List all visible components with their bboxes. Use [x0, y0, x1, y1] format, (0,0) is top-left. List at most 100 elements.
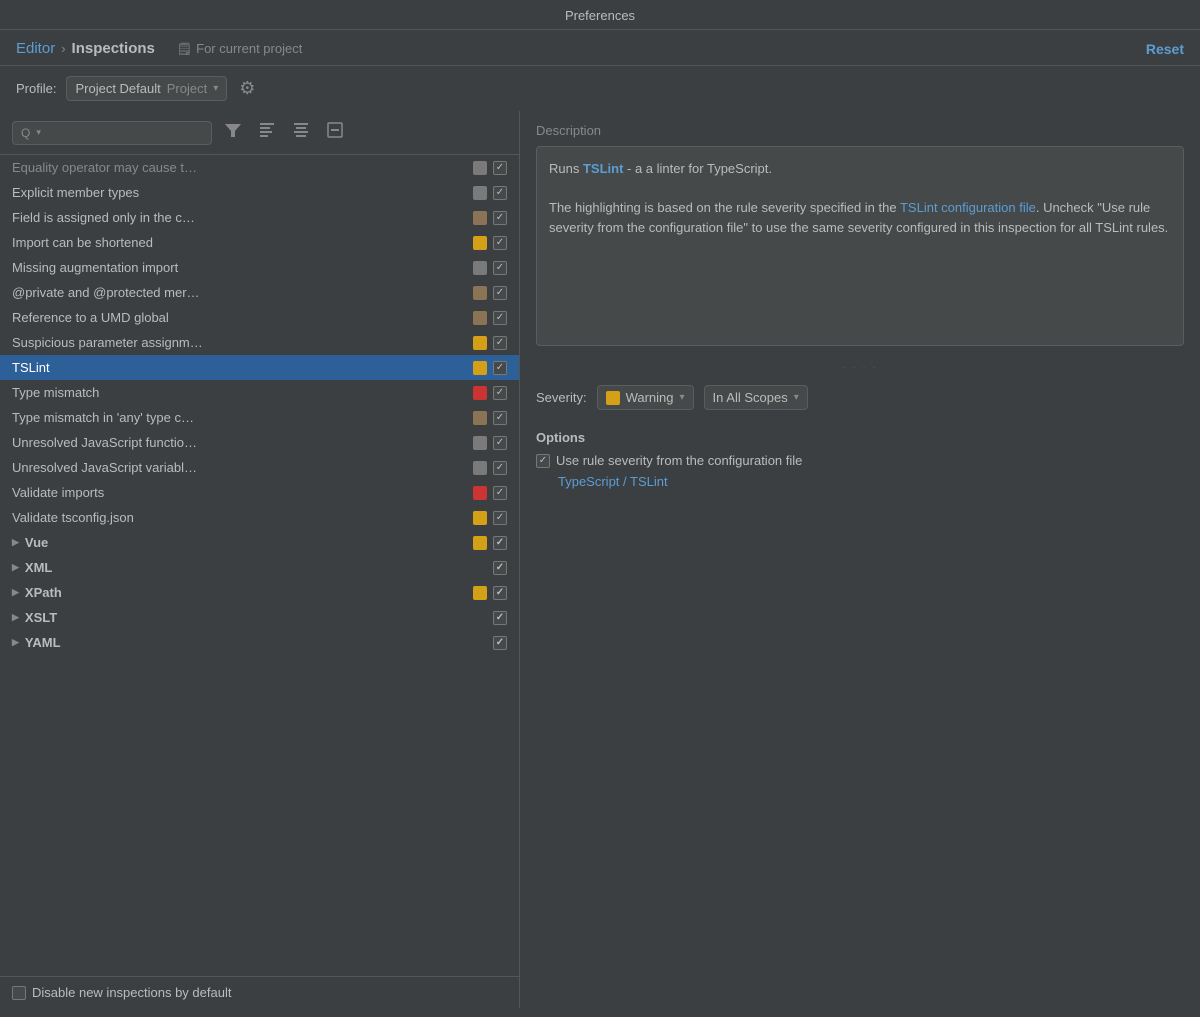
search-icon: Q — [21, 126, 30, 140]
list-item[interactable]: Import can be shortened — [0, 230, 519, 255]
expand-icon: ▶ — [12, 612, 19, 623]
group-item[interactable]: ▶ YAML — [0, 630, 519, 655]
group-label: XPath — [25, 585, 473, 600]
group-item[interactable]: ▶ Vue — [0, 530, 519, 555]
disable-inspections-option[interactable]: Disable new inspections by default — [12, 985, 231, 1000]
list-item[interactable]: @private and @protected mer… — [0, 280, 519, 305]
filter-button[interactable] — [220, 119, 246, 146]
severity-dropdown-arrow: ▾ — [680, 392, 685, 403]
options-label: Options — [536, 430, 1184, 445]
severity-badge — [473, 311, 487, 325]
list-item[interactable]: Equality operator may cause t… — [0, 155, 519, 180]
item-checkbox[interactable] — [493, 236, 507, 250]
severity-badge — [473, 436, 487, 450]
profile-sub: Project — [167, 81, 207, 96]
item-checkbox[interactable] — [493, 411, 507, 425]
severity-badge — [473, 611, 487, 625]
description-text: Runs TSLint - a a linter for TypeScript. — [549, 159, 1171, 179]
severity-badge — [473, 211, 487, 225]
severity-badge — [473, 286, 487, 300]
severity-badge — [473, 486, 487, 500]
breadcrumb-editor[interactable]: Editor — [16, 40, 55, 57]
list-item[interactable]: Type mismatch in 'any' type c… — [0, 405, 519, 430]
item-checkbox[interactable] — [493, 286, 507, 300]
item-label: Validate imports — [12, 485, 473, 500]
description-body: The highlighting is based on the rule se… — [549, 198, 1171, 237]
scope-value: In All Scopes — [713, 390, 788, 405]
breadcrumb-scope: 🗒 For current project — [177, 41, 302, 56]
collapse-button[interactable] — [322, 119, 348, 146]
item-checkbox[interactable] — [493, 486, 507, 500]
severity-badge — [473, 536, 487, 550]
group-item[interactable]: ▶ XPath — [0, 580, 519, 605]
item-label: Suspicious parameter assignm… — [12, 335, 473, 350]
item-label: Type mismatch — [12, 385, 473, 400]
severity-row: Severity: Warning ▾ In All Scopes ▾ — [536, 385, 1184, 410]
item-checkbox[interactable] — [493, 586, 507, 600]
collapse-all-button[interactable] — [254, 119, 280, 146]
expand-icon: ▶ — [12, 587, 19, 598]
severity-badge — [473, 186, 487, 200]
list-item[interactable]: Validate tsconfig.json — [0, 505, 519, 530]
disable-inspections-checkbox[interactable] — [12, 986, 26, 1000]
item-checkbox[interactable] — [493, 361, 507, 375]
severity-badge — [473, 386, 487, 400]
search-input[interactable]: Q ▾ — [12, 121, 212, 145]
item-label: Missing augmentation import — [12, 260, 473, 275]
list-item[interactable]: Type mismatch — [0, 380, 519, 405]
item-checkbox[interactable] — [493, 211, 507, 225]
severity-badge — [473, 361, 487, 375]
item-checkbox[interactable] — [493, 386, 507, 400]
item-checkbox[interactable] — [493, 161, 507, 175]
severity-label: Severity: — [536, 390, 587, 405]
item-label: Equality operator may cause t… — [12, 160, 473, 175]
profile-name: Project Default — [75, 81, 160, 96]
item-checkbox[interactable] — [493, 186, 507, 200]
list-item[interactable]: Suspicious parameter assignm… — [0, 330, 519, 355]
item-checkbox[interactable] — [493, 311, 507, 325]
list-item[interactable]: Reference to a UMD global — [0, 305, 519, 330]
list-item[interactable]: TSLint — [0, 355, 519, 380]
item-checkbox[interactable] — [493, 336, 507, 350]
item-checkbox[interactable] — [493, 611, 507, 625]
gear-button[interactable]: ⚙ — [237, 76, 257, 101]
item-checkbox[interactable] — [493, 436, 507, 450]
group-label: XSLT — [25, 610, 473, 625]
filter-icon — [224, 121, 242, 139]
scope-dropdown[interactable]: In All Scopes ▾ — [704, 385, 808, 410]
expand-all-button[interactable] — [288, 119, 314, 146]
reset-button[interactable]: Reset — [1146, 41, 1184, 57]
tslint-link[interactable]: TSLint — [583, 161, 623, 176]
typescript-tslint-link[interactable]: TypeScript / TSLint — [558, 474, 668, 489]
item-checkbox[interactable] — [493, 536, 507, 550]
scope-dropdown-arrow: ▾ — [794, 392, 799, 403]
list-item[interactable]: Unresolved JavaScript variabl… — [0, 455, 519, 480]
list-item[interactable]: Missing augmentation import — [0, 255, 519, 280]
group-item[interactable]: ▶ XML — [0, 555, 519, 580]
group-label: XML — [25, 560, 473, 575]
item-checkbox[interactable] — [493, 561, 507, 575]
list-item[interactable]: Validate imports — [0, 480, 519, 505]
breadcrumb-inspections: Inspections — [72, 40, 155, 57]
item-label: Explicit member types — [12, 185, 473, 200]
group-item[interactable]: ▶ XSLT — [0, 605, 519, 630]
item-checkbox[interactable] — [493, 511, 507, 525]
severity-badge — [473, 236, 487, 250]
inspection-list[interactable]: Equality operator may cause t… Explicit … — [0, 155, 519, 976]
severity-badge — [473, 461, 487, 475]
use-rule-severity-option[interactable]: Use rule severity from the configuration… — [536, 453, 1184, 468]
profile-dropdown[interactable]: Project Default Project ▾ — [66, 76, 227, 101]
search-dropdown-arrow: ▾ — [36, 127, 41, 138]
use-rule-severity-checkbox[interactable] — [536, 454, 550, 468]
config-file-link[interactable]: TSLint configuration file — [900, 200, 1036, 215]
severity-dropdown[interactable]: Warning ▾ — [597, 385, 694, 410]
list-item[interactable]: Unresolved JavaScript functio… — [0, 430, 519, 455]
item-checkbox[interactable] — [493, 461, 507, 475]
list-item[interactable]: Field is assigned only in the c… — [0, 205, 519, 230]
expand-icon: ▶ — [12, 562, 19, 573]
item-checkbox[interactable] — [493, 261, 507, 275]
group-label: Vue — [25, 535, 473, 550]
item-checkbox[interactable] — [493, 636, 507, 650]
collapse-all-icon — [258, 121, 276, 139]
list-item[interactable]: Explicit member types — [0, 180, 519, 205]
